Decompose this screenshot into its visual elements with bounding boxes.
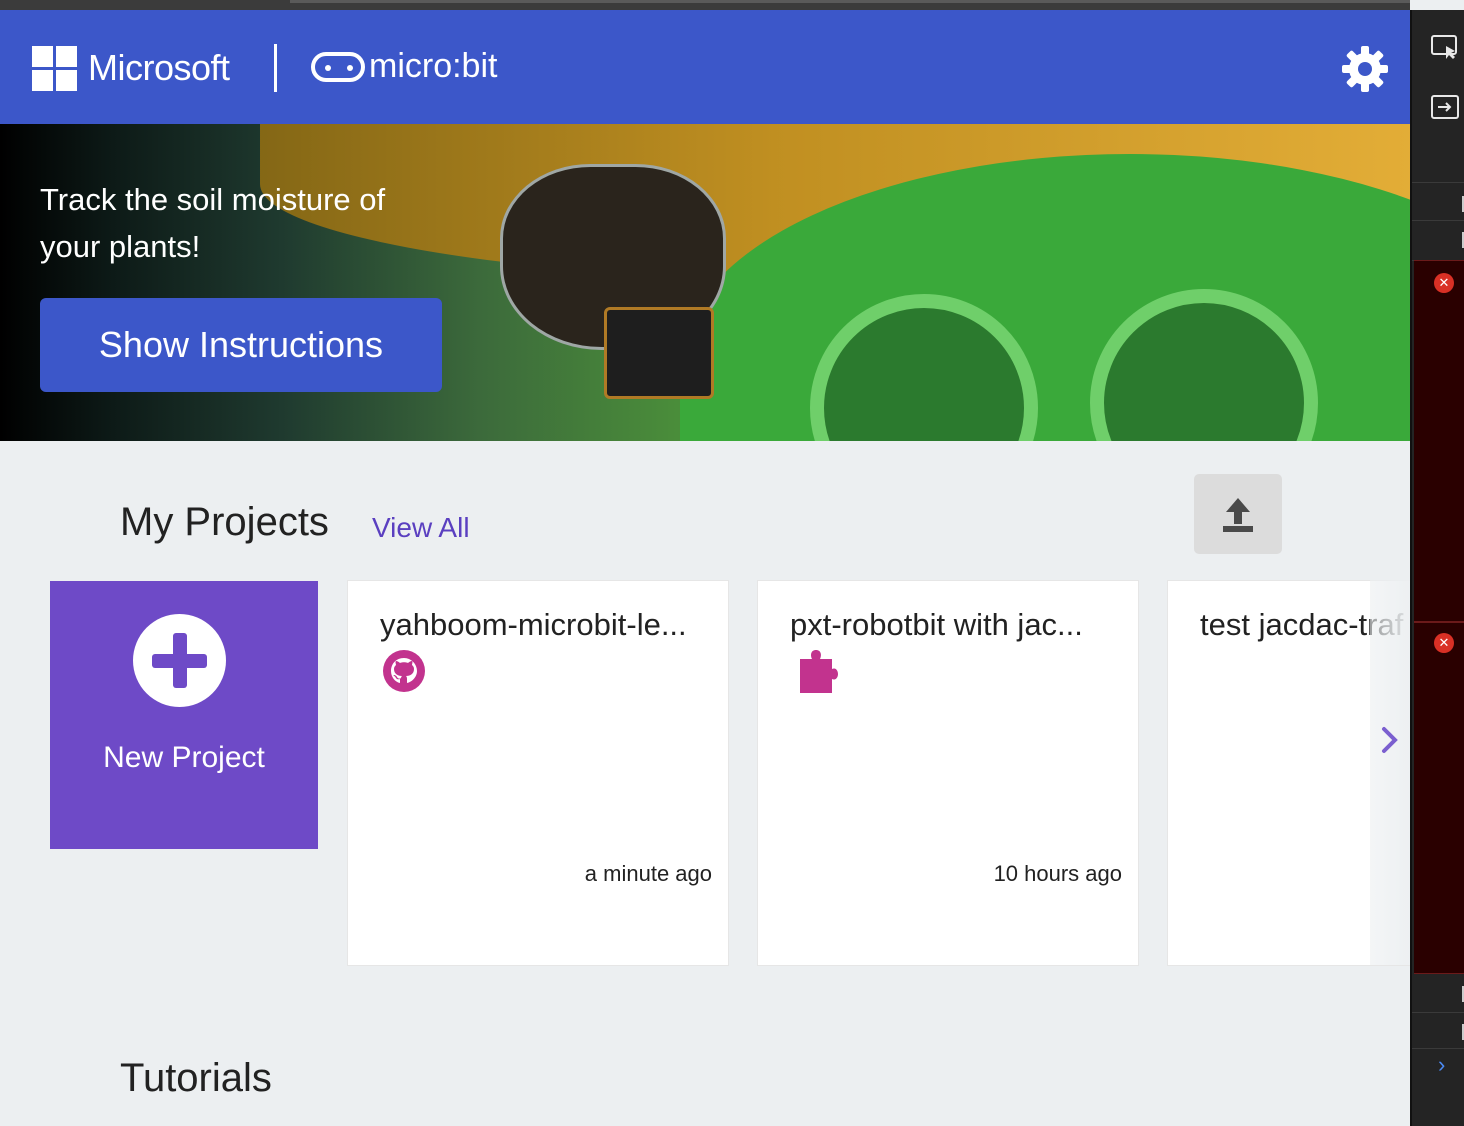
console-error-row: ✕ (1414, 260, 1464, 622)
devtools-panel: ✕ ✕ › (1410, 10, 1464, 1126)
inspect-element-icon[interactable] (1430, 34, 1460, 60)
import-button[interactable] (1194, 474, 1282, 554)
show-instructions-button[interactable]: Show Instructions (40, 298, 442, 392)
new-project-label: New Project (103, 741, 265, 774)
project-card[interactable]: pxt-robotbit with jac... 10 hours ago (758, 581, 1138, 965)
app-header: Microsoft micro:bit (0, 10, 1410, 124)
add-icon (133, 614, 226, 707)
tab-edge (290, 0, 1410, 3)
microbit-logo-icon (311, 52, 365, 82)
console-row (1412, 976, 1464, 1013)
upload-icon (1223, 498, 1253, 532)
my-projects-heading: My Projects (120, 500, 329, 544)
microsoft-brand: Microsoft (88, 47, 230, 88)
hero-microbit-image (604, 307, 714, 399)
project-card[interactable]: yahboom-microbit-le... a minute ago (348, 581, 728, 965)
project-title: pxt-robotbit with jac... (790, 607, 1083, 642)
github-icon (383, 650, 425, 692)
error-icon: ✕ (1434, 633, 1454, 653)
error-icon: ✕ (1434, 273, 1454, 293)
project-timestamp: 10 hours ago (993, 861, 1122, 886)
puzzle-extension-icon (800, 650, 838, 693)
console-row (1412, 140, 1464, 183)
device-toolbar-icon[interactable] (1430, 94, 1460, 120)
chevron-right-icon[interactable] (1378, 725, 1402, 755)
view-all-link[interactable]: View All (372, 512, 470, 544)
console-row (1412, 182, 1464, 221)
microsoft-logo-icon (32, 46, 77, 91)
project-title: yahboom-microbit-le... (380, 607, 687, 642)
hero-title: Track the soil moisture of your plants! (40, 182, 386, 264)
hero-banner: Track the soil moisture of your plants! … (0, 124, 1410, 441)
console-row (1412, 1012, 1464, 1049)
console-error-row: ✕ (1414, 622, 1464, 974)
brand-divider (274, 44, 277, 92)
project-timestamp: a minute ago (584, 861, 712, 886)
tutorials-heading: Tutorials (120, 1056, 272, 1100)
microbit-brand: micro:bit (369, 47, 498, 85)
browser-tab-strip (0, 0, 1410, 10)
console-row (1412, 220, 1464, 261)
gear-icon[interactable] (1340, 44, 1390, 94)
new-project-card[interactable]: New Project (50, 581, 318, 849)
console-prompt-chevron-icon[interactable]: › (1438, 1052, 1445, 1078)
